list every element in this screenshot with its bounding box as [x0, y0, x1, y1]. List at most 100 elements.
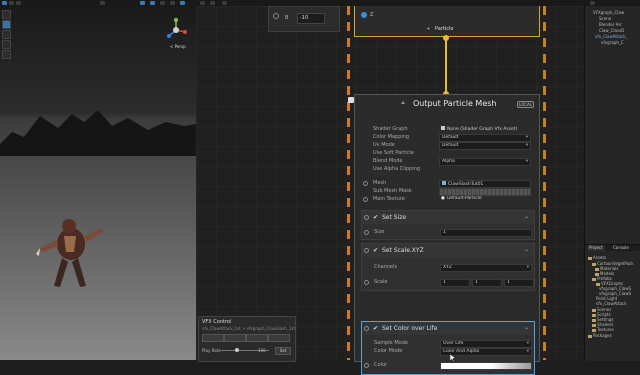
hierarchy-item[interactable]: VFXgraph_Claw — [593, 10, 624, 15]
chevron-down-icon[interactable]: ⌄ — [524, 213, 529, 220]
block-header[interactable]: ✔ Set Scale.XYZ ⌄ — [362, 244, 534, 257]
project-folder[interactable]: Packages — [588, 333, 612, 338]
channels-dropdown[interactable]: XYZ — [440, 264, 532, 272]
space-badge[interactable]: LOCAL — [517, 101, 534, 108]
block-title: Set Color over Life — [382, 325, 438, 332]
input-port[interactable] — [363, 197, 368, 202]
camera-icon[interactable] — [140, 1, 145, 5]
color-gradient-field[interactable] — [440, 362, 532, 370]
pause-button[interactable] — [246, 334, 268, 342]
play-rate-slider-handle[interactable] — [234, 348, 239, 352]
vfx-control-panel: VFX Control vfx_ClawAttack_1st > vfxgrap… — [198, 316, 296, 362]
hierarchy-item[interactable]: Claw_ClassD — [599, 28, 624, 33]
output-particle-mesh-node[interactable]: ⩡ Output Particle Mesh LOCAL Shader Grap… — [348, 94, 540, 375]
hierarchy-add-icon[interactable] — [590, 1, 595, 5]
input-port[interactable] — [273, 13, 279, 19]
projection-label[interactable]: < Persp — [170, 44, 186, 49]
project-folder[interactable]: Assets — [588, 255, 606, 260]
sample-mode-dropdown[interactable]: Over Life — [440, 340, 532, 348]
scene-fx-icon[interactable] — [180, 1, 185, 5]
panel-subtitle: vfx_ClawAttack_1st > vfxgraph_ClawSlash_… — [202, 326, 296, 331]
enable-checkbox[interactable]: ✔ — [373, 247, 378, 254]
chevron-down-icon[interactable]: ⌄ — [524, 246, 529, 253]
input-port[interactable] — [363, 181, 368, 186]
scene-view[interactable]: < Persp — [0, 6, 196, 360]
block-set-scale-xyz[interactable]: ✔ Set Scale.XYZ ⌄ Channels XYZ Scale 1 1… — [361, 243, 535, 291]
uv-mode-dropdown[interactable]: Default — [439, 142, 531, 150]
particle-context-node[interactable]: Z ⩡ Particle — [354, 6, 540, 37]
move-tool-icon[interactable] — [9, 1, 14, 5]
enable-checkbox[interactable]: ✔ — [373, 214, 378, 221]
flow-icon: ⩡ — [427, 26, 430, 32]
set-button[interactable]: Set — [275, 347, 291, 355]
input-port[interactable] — [364, 363, 369, 368]
layout-icon[interactable] — [100, 1, 105, 5]
graph-save-icon[interactable] — [210, 1, 215, 5]
shader-graph-field[interactable]: None (Shader Graph Vfx Asset) — [439, 126, 529, 132]
sub-mesh-mask-field[interactable] — [439, 188, 531, 196]
block-set-size[interactable]: ✔ Set Size ⌄ Size 1 — [361, 210, 535, 240]
hierarchy-panel[interactable]: VFXgraph_Claw Scene Blender Arr Claw_Cla… — [584, 6, 640, 244]
project-folder[interactable]: Textures — [592, 327, 614, 332]
input-label: Main Texture — [373, 196, 405, 202]
main-texture-value: Default-Particle — [446, 196, 482, 201]
character-model[interactable] — [36, 214, 106, 294]
chevron-down-icon[interactable]: ⌄ — [524, 324, 529, 331]
block-header[interactable]: ✔ Set Color over Life ⌄ — [362, 322, 534, 335]
folder-label: Packages — [593, 333, 612, 338]
step-button[interactable] — [268, 334, 290, 342]
flow-edge[interactable] — [443, 35, 449, 97]
size-field[interactable]: 1 — [440, 229, 532, 237]
hierarchy-item[interactable]: vfx_ClawAttack_ — [595, 34, 628, 39]
hierarchy-item[interactable]: Scene — [599, 16, 611, 21]
blend-mode-dropdown[interactable]: Alpha — [439, 158, 531, 166]
tab-console[interactable]: Console — [611, 245, 631, 251]
input-label: Scale — [374, 279, 388, 285]
operator-node[interactable]: B -10 — [268, 6, 340, 32]
project-panel[interactable]: Project Console Assets CartoonVegetPack … — [584, 244, 640, 361]
flow-output-port[interactable] — [443, 35, 449, 41]
block-port[interactable] — [364, 326, 369, 331]
block-port[interactable] — [364, 215, 369, 220]
stop-button[interactable] — [202, 334, 224, 342]
input-port[interactable] — [361, 12, 367, 18]
hierarchy-item[interactable]: Blender Arr — [599, 22, 622, 27]
orientation-gizmo[interactable] — [164, 18, 188, 42]
property-label: Shader Graph — [373, 126, 408, 132]
block-header[interactable]: ✔ Set Size ⌄ — [362, 211, 534, 224]
enable-checkbox[interactable]: ✔ — [373, 325, 378, 332]
context-border-right — [543, 6, 546, 360]
mesh-field[interactable]: ClawSlashTut01 — [439, 180, 531, 188]
scale-z-field[interactable]: 1 — [504, 279, 534, 287]
mouse-cursor-icon — [450, 354, 456, 362]
play-rate-value[interactable]: 100 — [258, 348, 266, 353]
comment-icon[interactable] — [348, 97, 354, 103]
block-set-color-over-life[interactable]: ✔ Set Color over Life ⌄ Sample Mode Over… — [361, 321, 535, 375]
block-port[interactable] — [364, 248, 369, 253]
main-texture-field[interactable]: ● Default-Particle — [439, 196, 529, 202]
node-header[interactable]: ⩡ Output Particle Mesh LOCAL — [355, 95, 539, 113]
play-button[interactable] — [224, 334, 246, 342]
graph-compile-icon[interactable] — [222, 1, 227, 5]
input-port[interactable] — [364, 230, 369, 235]
tab-project[interactable]: Project — [587, 245, 605, 251]
tab-graph[interactable] — [200, 1, 205, 5]
scale-y-field[interactable]: 1 — [472, 279, 502, 287]
input-port[interactable] — [364, 280, 369, 285]
rotate-tool-icon[interactable] — [16, 1, 21, 5]
input-label: Color Mode — [374, 348, 403, 354]
hand-tool-icon[interactable] — [2, 1, 7, 5]
visibility-icon[interactable] — [170, 1, 175, 5]
project-asset[interactable]: vfx_ClawAttack — [596, 301, 627, 306]
hierarchy-item[interactable]: vfxgraph_C — [601, 40, 624, 45]
mesh-icon — [442, 181, 446, 185]
value-field[interactable]: -10 — [297, 13, 325, 24]
color-mapping-dropdown[interactable]: Default — [439, 134, 531, 142]
gizmo-toggle-icon[interactable] — [150, 1, 155, 5]
mesh-value: ClawSlashTut01 — [448, 182, 484, 187]
layers-icon[interactable] — [160, 1, 165, 5]
property-label: Use Alpha Clipping — [373, 166, 421, 172]
asset-icon — [441, 126, 445, 130]
property-label: Use Soft Particle — [373, 150, 414, 156]
scale-x-field[interactable]: 1 — [440, 279, 470, 287]
